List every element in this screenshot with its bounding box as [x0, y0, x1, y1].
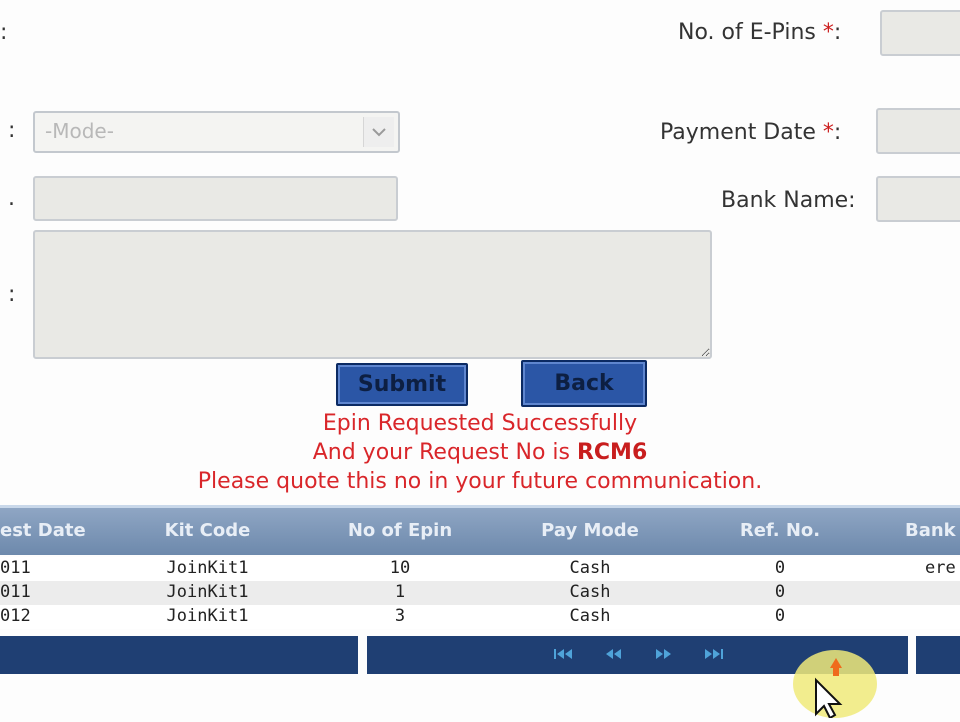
column-header-no-of-epin[interactable]: No of Epin: [330, 520, 470, 541]
payment-date-colon: :: [833, 120, 842, 145]
chevron-down-icon[interactable]: [363, 117, 394, 147]
cell-date: 012: [0, 606, 31, 626]
mode-label-colon: :: [8, 118, 16, 143]
cell-pay-mode: Cash: [569, 606, 611, 626]
payment-date-input[interactable]: [876, 108, 960, 154]
column-header-pay-mode[interactable]: Pay Mode: [520, 520, 660, 541]
payment-mode-value: -Mode-: [45, 119, 114, 143]
bank-name-label: Bank Name:: [721, 188, 856, 213]
remarks-label-colon: :: [8, 282, 16, 307]
cell-ref-no: 0: [774, 606, 786, 626]
cell-kit-code: JoinKit1: [166, 582, 249, 602]
cell-pay-mode: Cash: [569, 558, 611, 578]
cell-date: 011: [0, 582, 31, 602]
success-message-line1: Epin Requested Successfully: [322, 411, 638, 436]
cell-kit-code: JoinKit1: [166, 558, 249, 578]
epins-label-text: No. of E-Pins: [678, 20, 816, 45]
epins-colon: :: [833, 20, 842, 45]
table-row: 011 JoinKit1 1 Cash 0: [0, 581, 960, 605]
epins-label: No. of E-Pins *:: [678, 20, 841, 45]
payment-date-required-star: *: [822, 120, 834, 145]
payment-date-label: Payment Date *:: [660, 120, 841, 145]
submit-button[interactable]: Submit: [336, 363, 468, 406]
table-row: 011 JoinKit1 10 Cash 0 ere: [0, 557, 960, 581]
back-button[interactable]: Back: [521, 360, 647, 407]
success-message-prefix: And your Request No is: [312, 440, 577, 465]
cursor-highlight: [792, 640, 878, 720]
pager-left-section: [0, 636, 358, 674]
epins-required-star: *: [822, 20, 834, 45]
cell-ref-no: 0: [774, 558, 786, 578]
success-message-line2: And your Request No is RCM6: [0, 440, 960, 465]
ref-label-colon: .: [8, 186, 15, 211]
table-row: 012 JoinKit1 3 Cash 0: [0, 605, 960, 629]
first-page-icon[interactable]: [551, 644, 577, 664]
payment-date-label-text: Payment Date: [660, 120, 816, 145]
request-number: RCM6: [576, 440, 648, 465]
cell-kit-code: JoinKit1: [166, 606, 249, 626]
left-label-colon: :: [0, 20, 8, 45]
cell-pay-mode: Cash: [569, 582, 611, 602]
prev-page-icon[interactable]: [601, 644, 627, 664]
cell-no-of-epin: 10: [389, 558, 411, 578]
last-page-icon[interactable]: [700, 644, 726, 664]
pager-right-section: [916, 636, 960, 674]
payment-mode-select[interactable]: -Mode-: [33, 111, 400, 153]
column-header-request-date[interactable]: est Date: [0, 520, 100, 541]
remarks-textarea[interactable]: [33, 230, 712, 359]
next-page-icon[interactable]: [650, 644, 676, 664]
column-header-kit-code[interactable]: Kit Code: [150, 520, 265, 541]
column-header-bank[interactable]: Bank: [905, 520, 960, 541]
epins-input[interactable]: [880, 10, 960, 56]
cell-no-of-epin: 1: [394, 582, 406, 602]
ref-no-input[interactable]: [33, 176, 398, 221]
column-header-ref-no[interactable]: Ref. No.: [725, 520, 835, 541]
cell-bank: ere: [925, 558, 956, 578]
grid-header: est Date Kit Code No of Epin Pay Mode Re…: [0, 505, 960, 555]
bank-name-input[interactable]: [876, 176, 960, 222]
cell-ref-no: 0: [774, 582, 786, 602]
cell-date: 011: [0, 558, 31, 578]
cell-no-of-epin: 3: [394, 606, 406, 626]
success-message-line3: Please quote this no in your future comm…: [197, 469, 763, 494]
